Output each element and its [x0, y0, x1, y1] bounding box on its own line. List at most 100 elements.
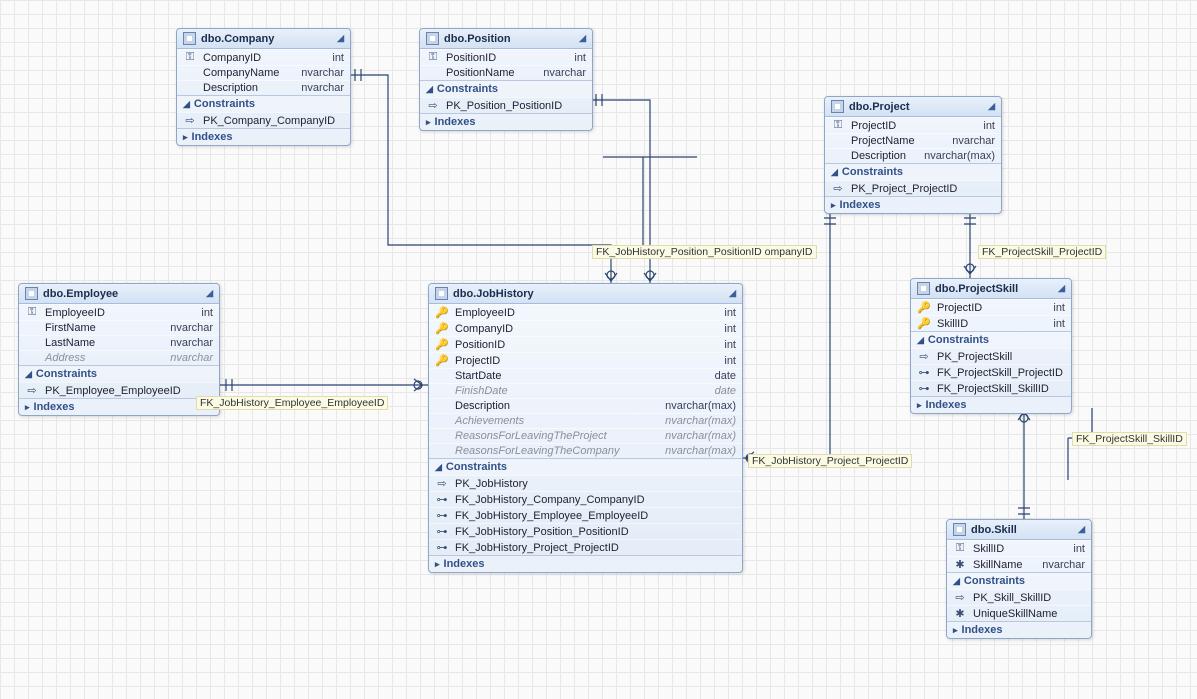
column-row[interactable]: LastNamenvarchar	[19, 335, 219, 350]
table-header[interactable]: dbo.Employee ◢	[19, 284, 219, 304]
column-row[interactable]: 🔑ProjectIDint	[429, 352, 742, 368]
collapse-icon[interactable]: ◢	[206, 288, 213, 299]
collapse-icon[interactable]: ◢	[1058, 283, 1065, 294]
column-row[interactable]: Descriptionnvarchar	[177, 80, 350, 95]
column-row[interactable]: 🔑SkillIDint	[911, 315, 1071, 331]
column-type: nvarchar	[952, 135, 995, 147]
table-title: dbo.Employee	[43, 288, 118, 300]
table-skill[interactable]: dbo.Skill◢ ⚿SkillIDint✱SkillNamenvarchar…	[946, 519, 1092, 639]
indexes-section[interactable]: ▸Indexes	[429, 555, 742, 572]
column-row[interactable]: 🔑ProjectIDint	[911, 299, 1071, 315]
table-header[interactable]: dbo.Project ◢	[825, 97, 1001, 117]
indexes-section[interactable]: ▸Indexes	[420, 113, 592, 130]
collapse-icon[interactable]: ◢	[1078, 524, 1085, 535]
constraints: ⇨PK_Employee_EmployeeID	[19, 382, 219, 398]
column-name: FinishDate	[455, 385, 709, 397]
column-row[interactable]: CompanyNamenvarchar	[177, 65, 350, 80]
table-header[interactable]: dbo.Position◢	[420, 29, 592, 49]
constraint-row[interactable]: ⇨PK_Employee_EmployeeID	[19, 382, 219, 398]
column-row[interactable]: Descriptionnvarchar(max)	[825, 148, 1001, 163]
table-header[interactable]: dbo.JobHistory ◢	[429, 284, 742, 304]
column-name: Achievements	[455, 415, 659, 427]
constraint-row[interactable]: ⊶FK_JobHistory_Company_CompanyID	[429, 491, 742, 507]
column-row[interactable]: ReasonsForLeavingTheProjectnvarchar(max)	[429, 428, 742, 443]
table-employee[interactable]: dbo.Employee ◢ ⚿EmployeeIDintFirstNamenva…	[18, 283, 220, 416]
constraint-row[interactable]: ⇨PK_ProjectSkill	[911, 348, 1071, 364]
constraints-section[interactable]: ◢Constraints	[825, 163, 1001, 180]
column-row[interactable]: ⚿CompanyIDint	[177, 49, 350, 65]
constraints-section[interactable]: ◢Constraints	[947, 572, 1091, 589]
table-position[interactable]: dbo.Position◢ ⚿PositionIDintPositionName…	[419, 28, 593, 131]
constraint-row[interactable]: ⊶FK_ProjectSkill_SkillID	[911, 380, 1071, 396]
column-row[interactable]: Achievementsnvarchar(max)	[429, 413, 742, 428]
column-icon: ⚿	[183, 51, 197, 64]
constraint-row[interactable]: ⇨PK_Position_PositionID	[420, 97, 592, 113]
column-row[interactable]: Addressnvarchar	[19, 350, 219, 365]
column-row[interactable]: 🔑CompanyIDint	[429, 320, 742, 336]
table-header[interactable]: dbo.Company ◢	[177, 29, 350, 49]
column-row[interactable]: ReasonsForLeavingTheCompanynvarchar(max)	[429, 443, 742, 458]
table-jobhistory[interactable]: dbo.JobHistory ◢ 🔑EmployeeIDint🔑CompanyID…	[428, 283, 743, 573]
collapse-icon[interactable]: ◢	[337, 33, 344, 44]
column-row[interactable]: FinishDatedate	[429, 383, 742, 398]
erd-canvas: dbo.Company ◢ ⚿ CompanyID int CompanyNamenva…	[0, 0, 1197, 699]
column-row[interactable]: ⚿PositionIDint	[420, 49, 592, 65]
column-row[interactable]: 🔑PositionIDint	[429, 336, 742, 352]
constraint-name: PK_Company_CompanyID	[203, 115, 344, 127]
table-company[interactable]: dbo.Company◢ ⚿CompanyIDintCompanyNamenva…	[176, 28, 351, 146]
indexes-section[interactable]: ▸Indexes	[19, 398, 219, 415]
column-row[interactable]: PositionNamenvarchar	[420, 65, 592, 80]
table-projectskill[interactable]: dbo.ProjectSkill◢ 🔑ProjectIDint🔑SkillIDi…	[910, 278, 1072, 414]
table-header[interactable]: dbo.ProjectSkill◢	[911, 279, 1071, 299]
column-type: int	[983, 120, 995, 132]
constraints-section[interactable]: ◢Constraints	[420, 80, 592, 97]
column-row[interactable]: ✱SkillNamenvarchar	[947, 556, 1091, 572]
indexes-section[interactable]: ▸Indexes	[947, 621, 1091, 638]
indexes-section[interactable]: ▸Indexes	[177, 128, 350, 145]
constraints: ⇨ PK_JobHistory⊶FK_JobHistory_Company_Com…	[429, 475, 742, 555]
column-type: nvarchar	[301, 67, 344, 79]
column-icon: 🔑	[435, 322, 449, 335]
column-name: CompanyID	[203, 52, 326, 64]
constraint-name: PK_JobHistory	[455, 478, 736, 490]
constraints-section[interactable]: ◢Constraints	[19, 365, 219, 382]
column-type: int	[724, 323, 736, 335]
column-name: SkillID	[973, 543, 1067, 555]
column-name: Description	[203, 82, 295, 94]
collapse-icon[interactable]: ◢	[729, 288, 736, 299]
column-row[interactable]: ⚿ProjectIDint	[825, 117, 1001, 133]
fk-label: FK_JobHistory_Project_ProjectID	[748, 454, 912, 468]
column-name: StartDate	[455, 370, 709, 382]
indexes-section[interactable]: ▸Indexes	[825, 196, 1001, 213]
collapse-icon[interactable]: ◢	[579, 33, 586, 44]
column-row[interactable]: FirstNamenvarchar	[19, 320, 219, 335]
constraint-row[interactable]: ⇨ PK_JobHistory	[429, 475, 742, 491]
column-row[interactable]: ⚿EmployeeIDint	[19, 304, 219, 320]
constraint-row[interactable]: ⊶FK_JobHistory_Position_PositionID	[429, 523, 742, 539]
constraints-section[interactable]: ◢Constraints	[429, 458, 742, 475]
column-row[interactable]: 🔑EmployeeIDint	[429, 304, 742, 320]
column-row[interactable]: ⚿SkillIDint	[947, 540, 1091, 556]
constraints-section[interactable]: ◢Constraints	[911, 331, 1071, 348]
table-project[interactable]: dbo.Project ◢ ⚿ProjectIDintProjectNamenva…	[824, 96, 1002, 214]
constraint-row[interactable]: ⇨PK_Project_ProjectID	[825, 180, 1001, 196]
constraints-section[interactable]: ◢Constraints	[177, 95, 350, 112]
table-title: dbo.Project	[849, 101, 910, 113]
constraint-row[interactable]: ⇨PK_Skill_SkillID	[947, 589, 1091, 605]
column-row[interactable]: Descriptionnvarchar(max)	[429, 398, 742, 413]
column-type: int	[574, 52, 586, 64]
constraint-row[interactable]: ⇨PK_Company_CompanyID	[177, 112, 350, 128]
constraint-row[interactable]: ⊶FK_JobHistory_Employee_EmployeeID	[429, 507, 742, 523]
table-title: dbo.Company	[201, 33, 274, 45]
constraint-row[interactable]: ✱UniqueSkillName	[947, 605, 1091, 621]
column-row[interactable]: ProjectNamenvarchar	[825, 133, 1001, 148]
indexes-section[interactable]: ▸Indexes	[911, 396, 1071, 413]
table-title: dbo.JobHistory	[453, 288, 534, 300]
constraint-icon: ⇨	[435, 477, 449, 490]
constraint-row[interactable]: ⊶FK_JobHistory_Project_ProjectID	[429, 539, 742, 555]
table-header[interactable]: dbo.Skill◢	[947, 520, 1091, 540]
collapse-icon[interactable]: ◢	[988, 101, 995, 112]
fk-label: FK_ProjectSkill_SkillID	[1072, 432, 1187, 446]
column-row[interactable]: StartDatedate	[429, 368, 742, 383]
constraint-row[interactable]: ⊶FK_ProjectSkill_ProjectID	[911, 364, 1071, 380]
